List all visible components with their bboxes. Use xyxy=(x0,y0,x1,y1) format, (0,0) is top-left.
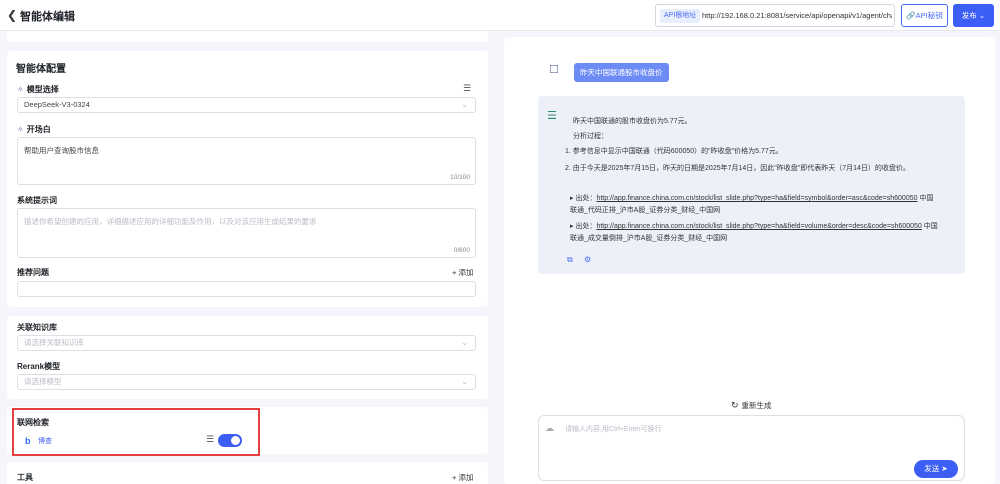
copy-icon[interactable]: ⧉ xyxy=(567,255,573,265)
settings-icon[interactable]: ⚙ xyxy=(584,255,591,264)
source-link[interactable]: http://app.finance.china.com.cn/stock/li… xyxy=(596,223,921,230)
publish-button[interactable]: 发布 ⌄ xyxy=(953,4,994,27)
answer-line: 2. 由于今天是2025年7月15日，昨天的日期是2025年7月14日，因此"昨… xyxy=(565,165,910,172)
answer-line: 昨天中国联通的股市收盘价为5.77元。 xyxy=(573,118,692,125)
assistant-avatar-icon: ☰ xyxy=(547,110,557,122)
source-line: ▸ 出处：http://app.finance.china.com.cn/sto… xyxy=(570,223,938,230)
user-message-bubble: 昨天中国联通股市收盘价 xyxy=(574,63,669,82)
chevron-down-icon: ⌄ xyxy=(461,338,468,347)
opening-label: ✧ 开场白 xyxy=(17,125,51,134)
user-avatar-icon: □ xyxy=(550,61,558,76)
system-prompt-label: 系统提示词 xyxy=(17,196,57,205)
system-prompt-textarea[interactable]: 描述你希望创建的应用，详细描述应用的详细功能及作用，以及对该应用生成结果的要求 … xyxy=(17,208,476,258)
model-select[interactable]: DeepSeek-V3-0324 ⌄ xyxy=(17,97,476,113)
refresh-icon: ↻ xyxy=(731,400,739,410)
chat-input-placeholder: 请输入内容,用Ctrl+Enter可换行 xyxy=(565,426,662,433)
chevron-down-icon: ⌄ xyxy=(461,377,468,386)
back-arrow-icon[interactable]: ❮ xyxy=(7,9,17,21)
top-header: ❮ 智能体编辑 API根地址 http://192.168.0.21:8081/… xyxy=(0,0,1000,31)
source-link[interactable]: http://app.finance.china.com.cn/stock/li… xyxy=(596,195,917,202)
rerank-select[interactable]: 请选择模型 ⌄ xyxy=(17,374,476,390)
sparkle-icon: ✧ xyxy=(17,125,24,134)
config-section-title: 智能体配置 xyxy=(16,64,66,75)
rerank-label: Rerank模型 xyxy=(17,362,61,371)
regenerate-button[interactable]: ↻ 重新生成 xyxy=(731,400,772,411)
settings-sliders-icon[interactable]: ☰ xyxy=(463,83,471,94)
opening-textarea[interactable]: 帮助用户查询股市信息 10/100 xyxy=(17,137,476,185)
upload-cloud-icon[interactable]: ☁ xyxy=(545,423,554,434)
suggested-questions-label: 推荐问题 xyxy=(17,268,49,277)
source-line: ▸ 出处：http://app.finance.china.com.cn/sto… xyxy=(570,195,934,202)
knowledge-base-label: 关联知识库 xyxy=(17,323,57,332)
add-tool-button[interactable]: + 添加 xyxy=(452,472,473,483)
page-title: 智能体编辑 xyxy=(20,11,75,23)
prompt-counter: 0/600 xyxy=(453,247,470,254)
add-question-button[interactable]: + 添加 xyxy=(452,267,473,278)
send-icon: ➤ xyxy=(941,464,948,473)
answer-line: 分析过程： xyxy=(573,133,608,140)
api-key-button[interactable]: 🔗API秘钥 xyxy=(901,4,948,27)
model-label: ✧ 模型选择 xyxy=(17,85,59,94)
previous-card-bottom xyxy=(7,31,488,42)
link-icon: 🔗 xyxy=(906,11,916,20)
opening-counter: 10/100 xyxy=(450,174,470,181)
knowledge-base-select[interactable]: 请选择关联知识库 ⌄ xyxy=(17,335,476,351)
source-line: 联通_成交量倒排_沪市A股_证券分类_财经_中国网 xyxy=(570,235,728,242)
api-url-text: http://192.168.0.21:8081/service/api/ope… xyxy=(702,11,892,20)
tools-card xyxy=(7,462,488,484)
api-tag: API根地址 xyxy=(660,9,701,23)
answer-line: 1. 参考信息中显示中国联通（代码600050）的"昨收盘"价格为5.77元。 xyxy=(565,148,783,155)
send-button[interactable]: 发送 ➤ xyxy=(914,460,958,478)
chevron-down-icon: ⌄ xyxy=(461,100,468,109)
suggested-question-input[interactable] xyxy=(17,281,476,297)
chevron-down-icon: ⌄ xyxy=(978,11,986,20)
tools-label: 工具 xyxy=(17,473,33,482)
highlight-box xyxy=(12,408,260,456)
sparkle-icon: ✧ xyxy=(17,85,24,94)
api-url-field[interactable]: API根地址 http://192.168.0.21:8081/service/… xyxy=(655,4,895,27)
source-line: 联通_代码正排_沪市A股_证券分类_财经_中国网 xyxy=(570,207,721,214)
